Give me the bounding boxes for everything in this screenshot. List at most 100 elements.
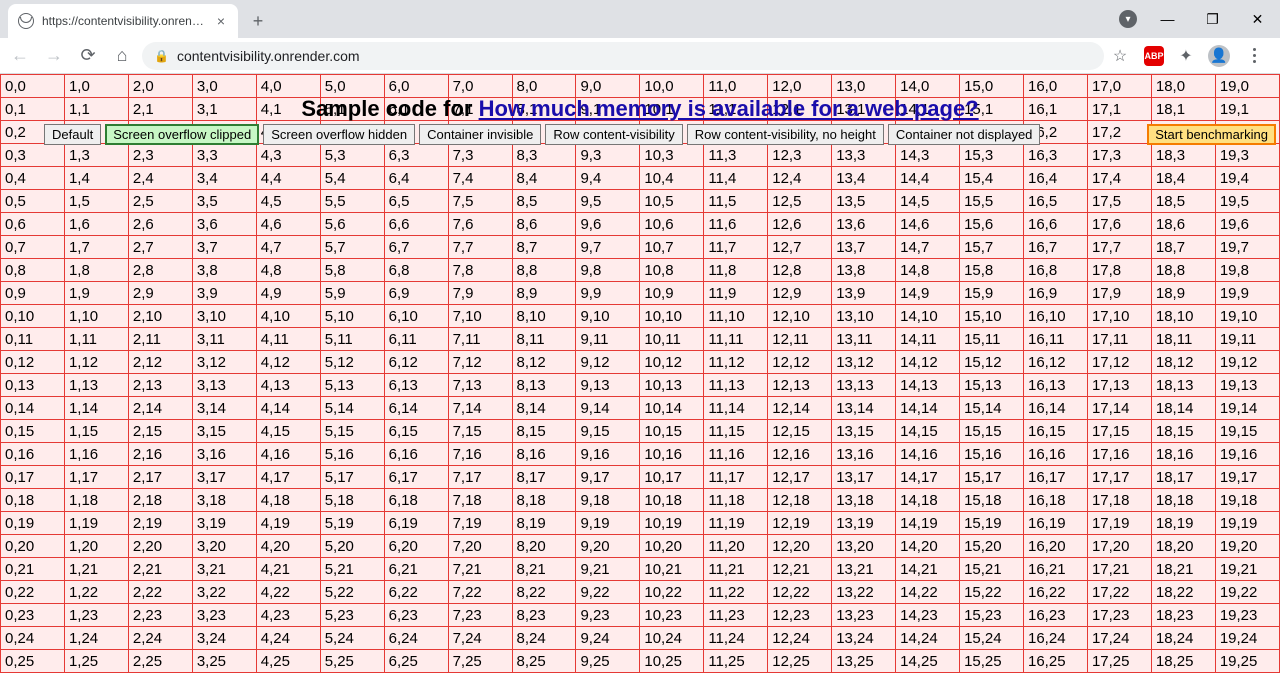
grid-cell: 19,13 (1215, 374, 1279, 397)
grid-cell: 19,17 (1215, 466, 1279, 489)
table-row: 0,31,32,33,34,35,36,37,38,39,310,311,312… (1, 144, 1280, 167)
grid-cell: 19,6 (1215, 213, 1279, 236)
grid-cell: 0,17 (1, 466, 65, 489)
grid-cell: 13,25 (832, 650, 896, 673)
grid-cell: 5,11 (320, 328, 384, 351)
grid-cell: 9,18 (576, 489, 640, 512)
grid-cell: 4,4 (256, 167, 320, 190)
grid-cell: 18,21 (1151, 558, 1215, 581)
new-tab-button[interactable]: + (244, 7, 272, 35)
grid-cell: 12,3 (768, 144, 832, 167)
grid-cell: 10,11 (640, 328, 704, 351)
control-buttons: Default Screen overflow clipped Screen o… (44, 124, 1040, 145)
browser-tab[interactable]: https://contentvisibility.onrender × (8, 4, 238, 38)
grid-cell: 1,21 (64, 558, 128, 581)
heading-link[interactable]: How much memory is available for a web p… (479, 96, 979, 121)
grid-cell: 4,7 (256, 236, 320, 259)
grid-cell: 11,5 (704, 190, 768, 213)
grid-cell: 18,4 (1151, 167, 1215, 190)
grid-cell: 7,16 (448, 443, 512, 466)
grid-cell: 9,15 (576, 420, 640, 443)
grid-cell: 13,19 (832, 512, 896, 535)
grid-cell: 19,14 (1215, 397, 1279, 420)
table-row: 0,181,182,183,184,185,186,187,188,189,18… (1, 489, 1280, 512)
reload-button[interactable]: ⟳ (74, 42, 102, 70)
grid-cell: 5,23 (320, 604, 384, 627)
grid-cell: 4,15 (256, 420, 320, 443)
grid-cell: 4,8 (256, 259, 320, 282)
grid-cell: 18,18 (1151, 489, 1215, 512)
grid-cell: 2,11 (128, 328, 192, 351)
extensions-icon[interactable]: ✦ (1176, 46, 1196, 66)
default-button[interactable]: Default (44, 124, 101, 145)
grid-cell: 11,24 (704, 627, 768, 650)
grid-cell: 9,16 (576, 443, 640, 466)
address-bar[interactable]: 🔒 contentvisibility.onrender.com (142, 42, 1104, 70)
home-button[interactable]: ⌂ (108, 42, 136, 70)
overflow-hidden-button[interactable]: Screen overflow hidden (263, 124, 415, 145)
grid-cell: 9,8 (576, 259, 640, 282)
grid-cell: 15,12 (960, 351, 1024, 374)
table-row: 0,201,202,203,204,205,206,207,208,209,20… (1, 535, 1280, 558)
grid-cell: 5,0 (320, 75, 384, 98)
grid-cell: 12,16 (768, 443, 832, 466)
grid-cell: 13,21 (832, 558, 896, 581)
minimize-button[interactable]: — (1145, 4, 1190, 34)
close-window-button[interactable]: ✕ (1235, 4, 1280, 34)
table-row: 0,111,112,113,114,115,116,117,118,119,11… (1, 328, 1280, 351)
grid-cell: 17,2 (1087, 121, 1151, 144)
container-notdisplayed-button[interactable]: Container not displayed (888, 124, 1041, 145)
grid-cell: 8,18 (512, 489, 576, 512)
grid-cell: 13,10 (832, 305, 896, 328)
grid-cell: 18,17 (1151, 466, 1215, 489)
container-invisible-button[interactable]: Container invisible (419, 124, 541, 145)
grid-cell: 17,24 (1087, 627, 1151, 650)
grid-cell: 18,25 (1151, 650, 1215, 673)
grid-cell: 8,12 (512, 351, 576, 374)
grid-cell: 14,25 (896, 650, 960, 673)
grid-cell: 12,17 (768, 466, 832, 489)
grid-cell: 6,16 (384, 443, 448, 466)
table-row: 0,51,52,53,54,55,56,57,58,59,510,511,512… (1, 190, 1280, 213)
grid-cell: 16,10 (1024, 305, 1088, 328)
avatar[interactable]: 👤 (1208, 45, 1230, 67)
grid-cell: 8,0 (512, 75, 576, 98)
table-row: 0,241,242,243,244,245,246,247,248,249,24… (1, 627, 1280, 650)
grid-cell: 3,14 (192, 397, 256, 420)
grid-cell: 18,8 (1151, 259, 1215, 282)
grid-cell: 19,15 (1215, 420, 1279, 443)
grid-cell: 15,11 (960, 328, 1024, 351)
grid-cell: 4,5 (256, 190, 320, 213)
grid-cell: 3,20 (192, 535, 256, 558)
abp-icon[interactable]: ABP (1144, 46, 1164, 66)
forward-button[interactable]: → (40, 42, 68, 70)
overflow-clipped-button[interactable]: Screen overflow clipped (105, 124, 259, 145)
grid-cell: 0,24 (1, 627, 65, 650)
grid-cell: 8,24 (512, 627, 576, 650)
row-cv-button[interactable]: Row content-visibility (545, 124, 682, 145)
grid-cell: 4,23 (256, 604, 320, 627)
close-icon[interactable]: × (214, 14, 228, 28)
grid-cell: 15,10 (960, 305, 1024, 328)
grid-cell: 16,15 (1024, 420, 1088, 443)
grid-cell: 9,0 (576, 75, 640, 98)
grid-cell: 19,10 (1215, 305, 1279, 328)
back-button[interactable]: ← (6, 42, 34, 70)
grid-cell: 19,8 (1215, 259, 1279, 282)
grid-cell: 10,24 (640, 627, 704, 650)
grid-cell: 8,6 (512, 213, 576, 236)
grid-cell: 13,14 (832, 397, 896, 420)
star-icon[interactable]: ☆ (1110, 46, 1130, 66)
start-benchmarking-button[interactable]: Start benchmarking (1147, 124, 1276, 145)
grid-cell: 10,6 (640, 213, 704, 236)
grid-cell: 7,22 (448, 581, 512, 604)
grid-cell: 15,25 (960, 650, 1024, 673)
grid-cell: 10,25 (640, 650, 704, 673)
grid-cell: 9,20 (576, 535, 640, 558)
row-cv-noheight-button[interactable]: Row content-visibility, no height (687, 124, 884, 145)
maximize-button[interactable]: ❐ (1190, 4, 1235, 34)
grid-cell: 19,23 (1215, 604, 1279, 627)
profile-badge-icon[interactable]: ▾ (1119, 10, 1137, 28)
menu-button[interactable] (1242, 48, 1266, 63)
grid-cell: 19,20 (1215, 535, 1279, 558)
